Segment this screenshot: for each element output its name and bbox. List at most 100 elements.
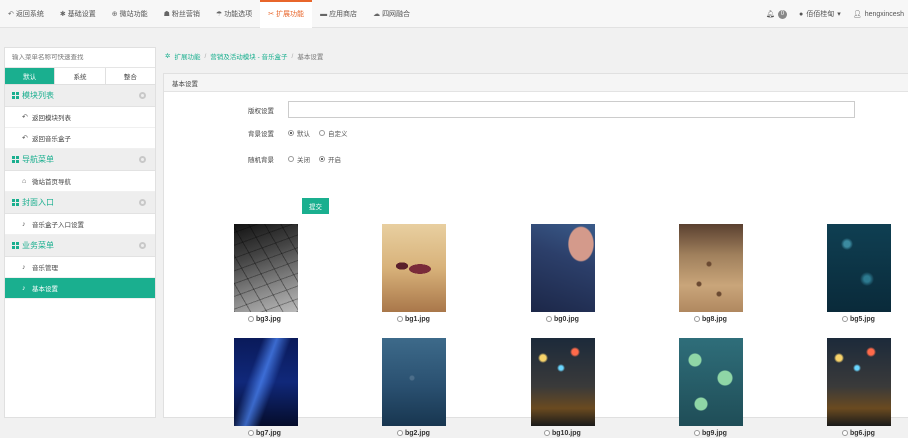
settings-icon[interactable] — [139, 92, 146, 99]
nav-basic-settings[interactable]: ✱ 基础设置 — [52, 0, 104, 28]
background-thumbnail[interactable] — [234, 224, 298, 312]
account-menu[interactable]: ● 佰佰桂甸 ▾ — [799, 9, 841, 19]
cubes-icon: ✲ — [165, 53, 171, 60]
sidebar-item-back-modules[interactable]: ↶ 返回模块列表 — [5, 107, 155, 128]
background-thumbnail[interactable] — [531, 338, 595, 426]
bg-option[interactable]: bg1.jpg — [397, 314, 430, 324]
nav-feature-options[interactable]: ☂ 功能选项 — [208, 0, 260, 28]
sidebar-tabs: 默认 系统 整合 — [5, 68, 155, 85]
bg-option[interactable]: bg5.jpg — [842, 314, 875, 324]
background-thumbnail[interactable] — [679, 224, 743, 312]
radio-circle — [842, 430, 848, 436]
gear-icon: ✱ — [59, 11, 66, 18]
tab-system[interactable]: 系统 — [55, 68, 106, 84]
background-thumbnail[interactable] — [827, 338, 891, 426]
chevron-down-icon: ▾ — [837, 11, 841, 18]
grid-icon — [12, 156, 19, 163]
menu-search-input[interactable] — [12, 54, 152, 61]
bg-option[interactable]: bg6.jpg — [842, 428, 875, 438]
sidebar-group-modules[interactable]: 模块列表 — [5, 85, 155, 107]
breadcrumb-item[interactable]: 营销及活动模块 - 音乐盒子 — [210, 51, 287, 61]
radio-label: 自定义 — [328, 131, 348, 138]
sidebar-item-music-manage[interactable]: ♪ 音乐管理 — [5, 257, 155, 278]
copyright-input[interactable] — [288, 101, 855, 118]
sidebar-group-nav[interactable]: 导航菜单 — [5, 149, 155, 171]
settings-panel: 基本设置 版权设置 背景设置 默认 自定义 随机背景 关闭 开启 提交 bg3.… — [163, 73, 908, 437]
background-thumbnail[interactable] — [827, 224, 891, 312]
gift-icon: ☗ — [163, 11, 170, 18]
breadcrumb-separator: / — [204, 52, 207, 60]
bg-option[interactable]: bg8.jpg — [694, 314, 727, 324]
nav-label: 微站功能 — [119, 11, 148, 18]
sidebar: 默认 系统 整合 模块列表 ↶ 返回模块列表 ↶ 返回音乐盒子 导航菜单 ⌂ 微站首页… — [4, 47, 156, 418]
sidebar-item-home-nav[interactable]: ⌂ 微站首页导航 — [5, 171, 155, 192]
bg-default-radio[interactable]: 默认 — [288, 128, 310, 138]
copyright-row: 版权设置 — [164, 101, 855, 118]
user-menu[interactable]: 👤︎ hengxincesh — [853, 10, 904, 19]
radio-circle — [288, 156, 294, 162]
random-bg-label: 随机背景 — [248, 157, 274, 164]
background-thumbnail[interactable] — [531, 224, 595, 312]
nav-label: 粉丝营销 — [171, 11, 200, 18]
home-icon: ⌂ — [22, 177, 27, 185]
link-label: 基本设置 — [32, 286, 58, 293]
notifications[interactable]: 🔔︎ 0 — [766, 9, 788, 19]
background-thumbnail[interactable] — [382, 338, 446, 426]
sidebar-group-cover[interactable]: 封面入口 — [5, 192, 155, 214]
radio-circle — [248, 430, 254, 436]
account-label: 佰佰桂甸 — [806, 11, 835, 18]
bg-option[interactable]: bg10.jpg — [544, 428, 581, 438]
bg-name: bg10.jpg — [552, 429, 581, 437]
link-label: 音乐管理 — [32, 265, 58, 272]
radio-circle — [544, 430, 550, 436]
settings-icon[interactable] — [139, 242, 146, 249]
extensions-icon: ✂ — [268, 11, 275, 18]
background-thumbnail[interactable] — [679, 338, 743, 426]
sidebar-group-business[interactable]: 业务菜单 — [5, 235, 155, 257]
bg-option[interactable]: bg3.jpg — [248, 314, 281, 324]
bg-option[interactable]: bg7.jpg — [248, 428, 281, 438]
bg-option[interactable]: bg0.jpg — [546, 314, 579, 324]
top-nav: ↶ 返回系统 ✱ 基础设置 ⊕ 微站功能 ☗ 粉丝营销 ☂ 功能选项 ✂ 扩展功能 ▬ 应用商… — [0, 0, 418, 28]
background-thumbnail[interactable] — [234, 338, 298, 426]
group-title: 封面入口 — [22, 198, 54, 207]
main-content: ✲ 扩展功能 / 营销及活动模块 - 音乐盒子 / 基本设置 基本设置 版权设置… — [163, 47, 908, 437]
nav-extensions[interactable]: ✂ 扩展功能 — [260, 0, 313, 28]
radio-circle — [842, 316, 848, 322]
music-icon: ♪ — [22, 284, 26, 292]
nav-microsite[interactable]: ⊕ 微站功能 — [104, 0, 156, 28]
background-thumbnail[interactable] — [382, 224, 446, 312]
settings-icon[interactable] — [139, 156, 146, 163]
bg-setting-label: 背景设置 — [248, 131, 274, 138]
grid-icon — [12, 199, 19, 206]
random-off-radio[interactable]: 关闭 — [288, 154, 310, 164]
panel-title: 基本设置 — [164, 74, 908, 92]
bg-option[interactable]: bg2.jpg — [397, 428, 430, 438]
bg-option[interactable]: bg9.jpg — [694, 428, 727, 438]
sidebar-item-entry-settings[interactable]: ♪ 音乐盒子入口设置 — [5, 214, 155, 235]
radio-circle — [694, 430, 700, 436]
nav-four-net[interactable]: ☁ 四网融合 — [365, 0, 418, 28]
tab-integrate[interactable]: 整合 — [106, 68, 155, 84]
bg-name: bg1.jpg — [405, 315, 430, 323]
bg-custom-radio[interactable]: 自定义 — [319, 128, 348, 138]
settings-icon[interactable] — [139, 199, 146, 206]
nav-back-system[interactable]: ↶ 返回系统 — [0, 0, 52, 28]
radio-circle — [319, 156, 325, 162]
link-label: 音乐盒子入口设置 — [32, 222, 84, 229]
nav-app-store[interactable]: ▬ 应用商店 — [312, 0, 365, 28]
sidebar-item-back-musicbox[interactable]: ↶ 返回音乐盒子 — [5, 128, 155, 149]
random-on-radio[interactable]: 开启 — [319, 154, 341, 164]
tab-default[interactable]: 默认 — [5, 68, 56, 84]
submit-button[interactable]: 提交 — [302, 198, 329, 214]
sidebar-item-basic-settings[interactable]: ♪ 基本设置 — [5, 278, 155, 299]
nav-fans-marketing[interactable]: ☗ 粉丝营销 — [156, 0, 208, 28]
cloud-icon: ☁ — [373, 11, 381, 18]
nav-label: 扩展功能 — [276, 11, 305, 18]
umbrella-icon: ☂ — [215, 11, 223, 18]
grid-icon — [12, 92, 19, 99]
nav-label: 应用商店 — [329, 11, 358, 18]
breadcrumb-item[interactable]: 扩展功能 — [174, 51, 200, 61]
radio-circle — [546, 316, 552, 322]
sidebar-search — [5, 48, 155, 68]
